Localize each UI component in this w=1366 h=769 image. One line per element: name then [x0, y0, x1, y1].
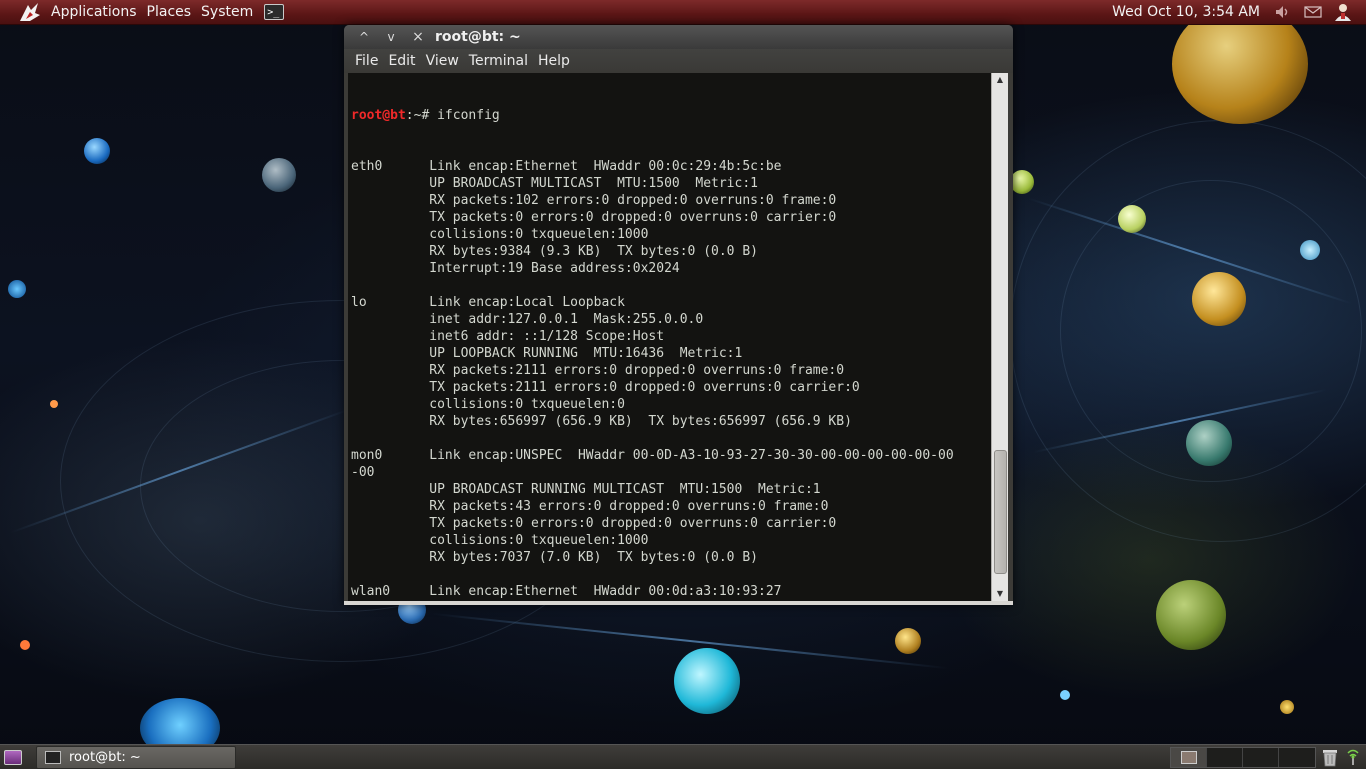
clock[interactable]: Wed Oct 10, 3:54 AM	[1112, 4, 1260, 20]
show-desktop-icon[interactable]	[4, 750, 22, 765]
terminal-output-line: Interrupt:19 Base address:0x2024	[351, 261, 680, 276]
terminal-output-line: RX packets:2111 errors:0 dropped:0 overr…	[351, 363, 845, 378]
terminal-output-line: RX packets:102 errors:0 dropped:0 overru…	[351, 193, 837, 208]
window-titlebar[interactable]: ^ v × root@bt: ~	[344, 25, 1013, 49]
terminal-output-line: collisions:0 txqueuelen:0	[351, 397, 625, 412]
taskbar-terminal-label: root@bt: ~	[69, 750, 141, 765]
workspace-3[interactable]	[1243, 748, 1279, 767]
mail-icon[interactable]	[1304, 4, 1322, 20]
workspace-2[interactable]	[1207, 748, 1243, 767]
terminal-output-line: TX packets:0 errors:0 dropped:0 overruns…	[351, 516, 837, 531]
terminal-output-line: UP BROADCAST RUNNING MULTICAST MTU:1500 …	[351, 482, 821, 497]
prompt-path: :~#	[405, 108, 438, 123]
terminal-output-line: RX packets:43 errors:0 dropped:0 overrun…	[351, 499, 829, 514]
workspace-4[interactable]	[1279, 748, 1314, 767]
menu-edit[interactable]: Edit	[383, 53, 420, 69]
terminal-output-line: lo Link encap:Local Loopback	[351, 295, 625, 310]
top-panel: Applications Places System >_ Wed Oct 10…	[0, 0, 1366, 25]
terminal-output-line: wlan0 Link encap:Ethernet HWaddr 00:0d:a…	[351, 584, 782, 599]
terminal-output-line: RX bytes:9384 (9.3 KB) TX bytes:0 (0.0 B…	[351, 244, 758, 259]
user-icon[interactable]	[1334, 3, 1352, 21]
prompt-user: root@bt	[351, 108, 406, 123]
window-title: root@bt: ~	[435, 29, 521, 45]
volume-icon[interactable]	[1274, 4, 1292, 20]
maximize-button[interactable]: v	[382, 28, 400, 46]
terminal-window: ^ v × root@bt: ~ File Edit View Terminal…	[344, 25, 1013, 605]
window-bottom-border	[344, 601, 1013, 605]
menu-help[interactable]: Help	[533, 53, 575, 69]
scroll-up-arrow-icon[interactable]: ▲	[992, 73, 1008, 87]
places-menu[interactable]: Places	[142, 0, 197, 24]
terminal-launcher-icon[interactable]: >_	[264, 4, 285, 20]
terminal-output-line: TX packets:2111 errors:0 dropped:0 overr…	[351, 380, 860, 395]
terminal-menubar: File Edit View Terminal Help	[344, 49, 1013, 73]
terminal-output-line: eth0 Link encap:Ethernet HWaddr 00:0c:29…	[351, 159, 782, 174]
terminal-output-line: mon0 Link encap:UNSPEC HWaddr 00-0D-A3-1…	[351, 448, 954, 463]
terminal-output-line: -00	[351, 465, 375, 480]
close-button[interactable]: ×	[409, 28, 427, 46]
minimize-button[interactable]: ^	[355, 28, 373, 46]
menu-view[interactable]: View	[421, 53, 464, 69]
menu-file[interactable]: File	[350, 53, 383, 69]
taskbar-terminal-button[interactable]: root@bt: ~	[36, 746, 236, 769]
backtrack-dragon-icon[interactable]	[18, 1, 42, 23]
workspace-window-thumb	[1181, 751, 1197, 764]
terminal-scrollbar[interactable]: ▲ ▼	[991, 73, 1008, 601]
scroll-down-arrow-icon[interactable]: ▼	[992, 587, 1008, 601]
terminal-output-line: collisions:0 txqueuelen:1000	[351, 227, 649, 242]
terminal-output-line: RX bytes:656997 (656.9 KB) TX bytes:6569…	[351, 414, 852, 429]
network-icon[interactable]	[1343, 748, 1363, 766]
terminal-output-line: TX packets:0 errors:0 dropped:0 overruns…	[351, 210, 837, 225]
scrollbar-thumb[interactable]	[994, 450, 1007, 574]
terminal-output-line: RX bytes:7037 (7.0 KB) TX bytes:0 (0.0 B…	[351, 550, 758, 565]
applications-menu[interactable]: Applications	[46, 0, 142, 24]
terminal-output-line: UP BROADCAST MULTICAST MTU:1500 Metric:1	[351, 176, 758, 191]
terminal-output[interactable]: root@bt:~# ifconfig eth0 Link encap:Ethe…	[348, 73, 991, 601]
terminal-output-line: inet addr:127.0.0.1 Mask:255.0.0.0	[351, 312, 704, 327]
prompt-line: root@bt:~# ifconfig	[351, 107, 991, 124]
workspace-switcher[interactable]	[1170, 747, 1316, 768]
trash-icon[interactable]	[1321, 747, 1339, 767]
terminal-icon	[45, 751, 61, 764]
top-panel-tray: Wed Oct 10, 3:54 AM	[1112, 0, 1366, 24]
launcher-glyph: >_	[267, 7, 280, 18]
system-menu[interactable]: System	[196, 0, 258, 24]
bottom-panel: root@bt: ~	[0, 744, 1366, 769]
terminal-output-line: collisions:0 txqueuelen:1000	[351, 533, 649, 548]
terminal-output-line: UP LOOPBACK RUNNING MTU:16436 Metric:1	[351, 346, 743, 361]
prompt-command: ifconfig	[437, 108, 500, 123]
menu-terminal[interactable]: Terminal	[464, 53, 533, 69]
workspace-1[interactable]	[1171, 748, 1207, 767]
terminal-output-line: inet6 addr: ::1/128 Scope:Host	[351, 329, 665, 344]
